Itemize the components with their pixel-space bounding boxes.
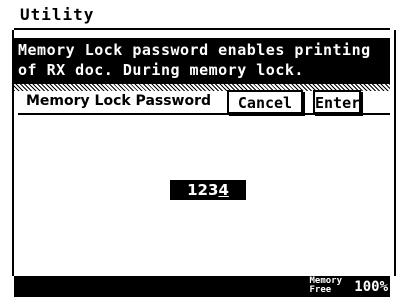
screen-title: Utility	[20, 5, 95, 24]
memory-free-label: Memory Free	[309, 277, 342, 295]
info-message-line-2: of RX doc. During memory lock.	[18, 61, 304, 79]
password-entered: 123	[187, 181, 219, 199]
password-input[interactable]: 1234	[170, 180, 246, 200]
status-bar: Memory Free 100%	[14, 276, 390, 297]
password-cursor-digit: 4	[218, 181, 229, 199]
enter-button[interactable]: Enter	[313, 90, 361, 114]
cancel-button[interactable]: Cancel	[227, 90, 303, 114]
password-field-label: Memory Lock Password	[26, 93, 212, 109]
memory-label-line-2: Free	[309, 285, 332, 295]
memory-free-percent: 100%	[354, 279, 388, 295]
info-message: Memory Lock password enables printing of…	[14, 38, 390, 84]
info-message-line-1: Memory Lock password enables printing	[18, 41, 371, 59]
screen-title-bar: Utility	[14, 0, 390, 30]
